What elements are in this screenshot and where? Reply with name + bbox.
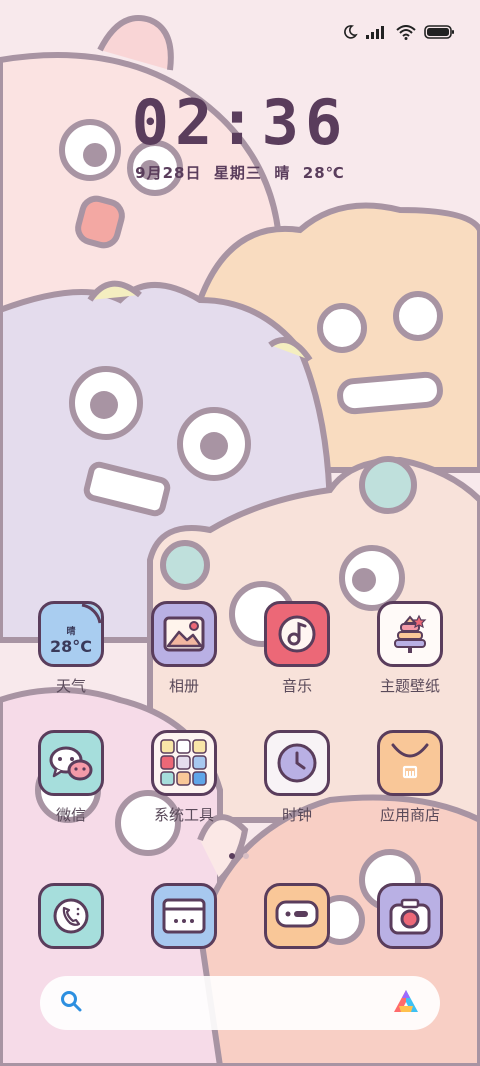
battery-icon (424, 25, 454, 39)
date-weather-line: 9月28日 星期三 晴 28℃ (135, 164, 345, 182)
app-wechat[interactable]: 微信 (21, 730, 121, 825)
assistant-icon[interactable] (392, 988, 420, 1018)
themes-icon (377, 601, 443, 667)
app-label: 相册 (168, 677, 199, 695)
app-themes[interactable]: 主题壁纸 (360, 601, 460, 696)
lock-clock: 02:36 (131, 86, 349, 159)
app-label: 应用商店 (379, 806, 440, 824)
app-label: 音乐 (281, 677, 312, 695)
signal-icon (366, 25, 388, 39)
weather-temperature: 28°C (49, 637, 92, 656)
moon-icon (342, 24, 358, 40)
search-bar[interactable] (40, 976, 440, 1030)
app-store-icon (377, 730, 443, 796)
app-weather[interactable]: 晴 28°C 天气 (21, 601, 121, 696)
page-indicator[interactable] (229, 853, 249, 859)
dock-phone[interactable] (21, 883, 121, 949)
dock-browser[interactable] (134, 883, 234, 949)
app-system-tools-folder[interactable]: 系统工具 (134, 730, 234, 825)
dock-camera[interactable] (360, 883, 460, 949)
page-dot[interactable] (243, 853, 249, 859)
weather-icon: 晴 28°C (38, 601, 104, 667)
app-clock[interactable]: 时钟 (247, 730, 347, 825)
status-bar (342, 18, 454, 46)
app-label: 微信 (55, 806, 86, 824)
weather-condition: 晴 (66, 627, 76, 637)
music-icon (264, 601, 330, 667)
app-store[interactable]: 应用商店 (360, 730, 460, 825)
messages-icon (264, 883, 330, 949)
camera-icon (377, 883, 443, 949)
search-icon[interactable] (60, 990, 82, 1016)
app-label: 时钟 (281, 806, 312, 824)
page-dot-active[interactable] (229, 853, 235, 859)
phone-icon (38, 883, 104, 949)
app-music[interactable]: 音乐 (247, 601, 347, 696)
clock-icon (264, 730, 330, 796)
dock-messages[interactable] (247, 883, 347, 949)
app-label: 天气 (55, 677, 86, 695)
app-gallery[interactable]: 相册 (134, 601, 234, 696)
browser-icon (151, 883, 217, 949)
app-label: 系统工具 (153, 806, 214, 824)
wechat-icon (38, 730, 104, 796)
gallery-icon (151, 601, 217, 667)
app-label: 主题壁纸 (379, 677, 440, 695)
wifi-icon (396, 24, 416, 40)
system-tools-folder-icon (151, 730, 217, 796)
